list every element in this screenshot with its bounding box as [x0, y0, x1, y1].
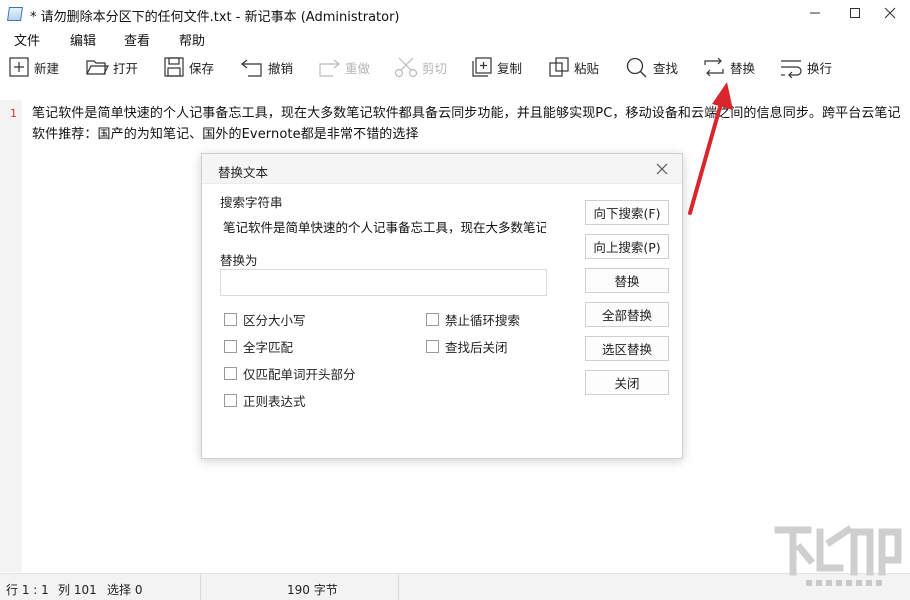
search-input[interactable]: 笔记软件是简单快速的个人记事备忘工具，现在大多数笔记软件都具备云同步功能，并且能… [220, 212, 547, 239]
line-number: 1 [10, 107, 17, 120]
notepad-icon [7, 7, 23, 21]
dialog-close-button[interactable] [654, 161, 670, 177]
undo-label: 撤销 [268, 60, 294, 76]
checkbox-box [224, 367, 237, 380]
dialog-close-text-button[interactable]: 关闭 [585, 370, 669, 395]
search-icon [626, 57, 647, 78]
maximize-icon [850, 8, 860, 18]
folder-icon [86, 60, 109, 75]
menu-edit[interactable]: 编辑 [70, 30, 96, 49]
replace-button[interactable]: 替换 [702, 52, 755, 82]
regex-checkbox[interactable]: 正则表达式 [224, 391, 306, 410]
menu-file[interactable]: 文件 [14, 30, 40, 49]
save-label: 保存 [189, 60, 215, 76]
menu-view[interactable]: 查看 [124, 30, 150, 49]
byte-count: 190 字节 [287, 583, 338, 597]
close-icon [884, 7, 896, 19]
paste-button[interactable]: 粘贴 [548, 52, 599, 82]
cut-label: 剪切 [422, 60, 448, 76]
wrap-label: 换行 [807, 60, 833, 76]
title-bar: * 请勿删除本分区下的任何文件.txt - 新记事本 (Administrato… [0, 0, 910, 28]
new-button[interactable]: 新建 [8, 52, 59, 82]
new-label: 新建 [34, 60, 60, 76]
replace-once-button[interactable]: 替换 [585, 268, 669, 293]
replace-input[interactable] [220, 269, 547, 296]
wrap-button[interactable]: 换行 [779, 52, 832, 82]
whole-word-label: 全字匹配 [243, 340, 294, 355]
redo-button[interactable]: 重做 [317, 52, 370, 82]
replace-all-button[interactable]: 全部替换 [585, 302, 669, 327]
paste-icon [549, 57, 569, 77]
copy-button[interactable]: 复制 [471, 52, 522, 82]
cut-button[interactable]: 剪切 [394, 52, 447, 82]
save-icon [164, 57, 184, 77]
find-label: 查找 [653, 60, 679, 76]
replace-selection-button[interactable]: 选区替换 [585, 336, 669, 361]
window-title: * 请勿删除本分区下的任何文件.txt - 新记事本 (Administrato… [30, 10, 400, 25]
no-wrap-search-checkbox[interactable]: 禁止循环搜索 [426, 310, 520, 329]
dialog-title: 替换文本 [218, 165, 269, 180]
dialog-header: 替换文本 [202, 154, 682, 184]
find-next-button[interactable]: 向下搜索(F) [585, 200, 669, 225]
regex-label: 正则表达式 [243, 394, 306, 409]
minimize-button[interactable] [800, 0, 830, 26]
cursor-position: 行 1 : 1 [6, 583, 49, 597]
replace-with-label: 替换为 [220, 253, 258, 268]
status-divider [200, 574, 201, 600]
editor-content[interactable]: 笔记软件是简单快速的个人记事备忘工具，现在大多数笔记软件都具备云同步功能，并且能… [32, 103, 904, 145]
match-case-label: 区分大小写 [243, 313, 306, 328]
replace-dialog: 替换文本 搜索字符串 笔记软件是简单快速的个人记事备忘工具，现在大多数笔记软件都… [201, 153, 683, 459]
match-case-checkbox[interactable]: 区分大小写 [224, 310, 306, 329]
open-button[interactable]: 打开 [85, 52, 138, 82]
checkbox-box [224, 313, 237, 326]
cursor-column: 列 101 [58, 583, 97, 597]
maximize-button[interactable] [840, 0, 870, 26]
search-label: 搜索字符串 [220, 195, 283, 210]
menu-bar: 文件 编辑 查看 帮助 [0, 28, 910, 49]
whole-word-checkbox[interactable]: 全字匹配 [224, 337, 293, 356]
word-start-checkbox[interactable]: 仅匹配单词开头部分 [224, 364, 356, 383]
status-divider [398, 574, 399, 600]
site-watermark-logo [774, 525, 902, 586]
toolbar: 新建 打开 保存 撤销 重做 剪切 复制 粘贴 查找 替换 换行 [0, 50, 910, 84]
close-after-find-checkbox[interactable]: 查找后关闭 [426, 337, 508, 356]
line-number-gutter: 1 [0, 100, 22, 572]
paste-label: 粘贴 [574, 60, 600, 76]
word-wrap-icon [781, 60, 802, 78]
close-button[interactable] [875, 0, 905, 26]
checkbox-box [426, 313, 439, 326]
copy-icon [472, 57, 492, 77]
scissors-icon [394, 57, 418, 78]
replace-icon [704, 57, 724, 77]
undo-icon [241, 59, 262, 77]
redo-label: 重做 [345, 60, 371, 76]
close-after-find-label: 查找后关闭 [445, 340, 508, 355]
find-button[interactable]: 查找 [625, 52, 678, 82]
word-start-label: 仅匹配单词开头部分 [243, 367, 356, 382]
undo-button[interactable]: 撤销 [240, 52, 293, 82]
open-label: 打开 [113, 60, 139, 76]
redo-icon [319, 59, 340, 77]
no-wrap-search-label: 禁止循环搜索 [445, 313, 521, 328]
checkbox-box [426, 340, 439, 353]
copy-label: 复制 [497, 60, 523, 76]
checkbox-box [224, 340, 237, 353]
new-file-icon [9, 57, 29, 77]
menu-help[interactable]: 帮助 [179, 30, 205, 49]
replace-label: 替换 [730, 60, 756, 76]
close-icon [656, 163, 668, 175]
save-button[interactable]: 保存 [163, 52, 214, 82]
checkbox-box [224, 394, 237, 407]
minimize-icon [810, 12, 820, 14]
selection-count: 选择 0 [107, 583, 143, 597]
find-previous-button[interactable]: 向上搜索(P) [585, 234, 669, 259]
